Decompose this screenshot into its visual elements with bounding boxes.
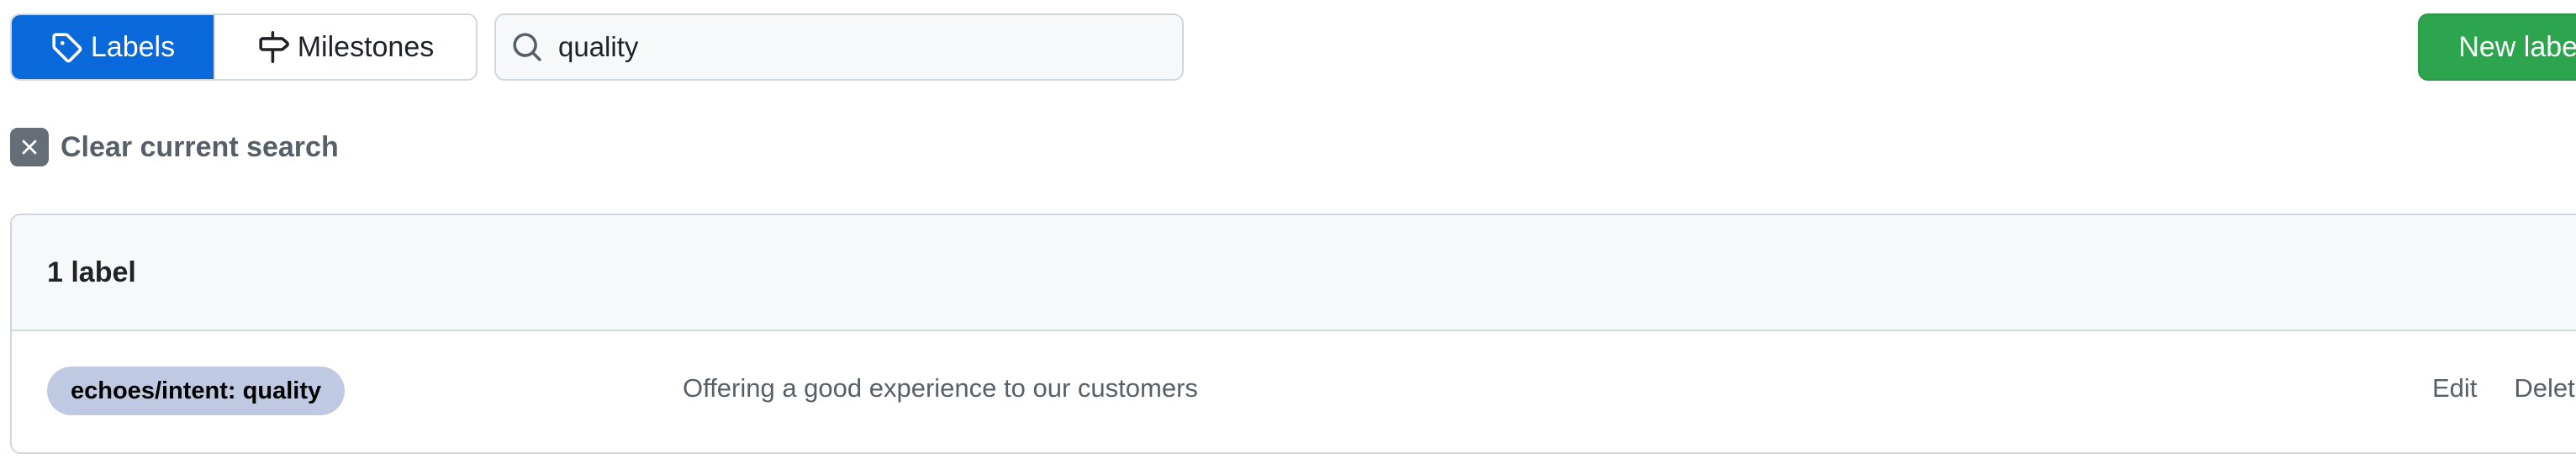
- delete-button[interactable]: Delete: [2514, 373, 2576, 404]
- row-actions: Edit Delete: [2432, 373, 2576, 404]
- tab-labels[interactable]: Labels: [12, 15, 214, 79]
- subnav: Labels Milestones: [10, 13, 478, 81]
- label-row: echoes/intent: quality Offering a good e…: [12, 331, 2576, 452]
- tag-icon: [50, 31, 82, 63]
- label-pill[interactable]: echoes/intent: quality: [47, 367, 346, 415]
- new-label-button[interactable]: New label: [2418, 13, 2576, 81]
- top-bar: Labels Milestones: [10, 13, 478, 81]
- tab-milestones[interactable]: Milestones: [214, 15, 476, 79]
- edit-button[interactable]: Edit: [2432, 373, 2477, 404]
- labels-page: Labels Milestones New label: [0, 0, 2576, 459]
- labels-count-header: 1 label: [12, 215, 2576, 331]
- clear-search-text: Clear current search: [61, 130, 339, 163]
- labels-box: 1 label echoes/intent: quality Offering …: [10, 214, 2576, 454]
- search-icon: [511, 31, 543, 63]
- x-icon: [10, 128, 49, 166]
- tab-milestones-text: Milestones: [297, 30, 435, 63]
- search-field: [494, 13, 1184, 81]
- tab-labels-text: Labels: [90, 30, 176, 63]
- clear-search-link[interactable]: Clear current search: [10, 128, 339, 166]
- label-description: Offering a good experience to our custom…: [683, 373, 1198, 403]
- labels-count: 1 label: [47, 256, 136, 288]
- search-input[interactable]: [558, 31, 1147, 63]
- milestone-icon: [257, 31, 289, 63]
